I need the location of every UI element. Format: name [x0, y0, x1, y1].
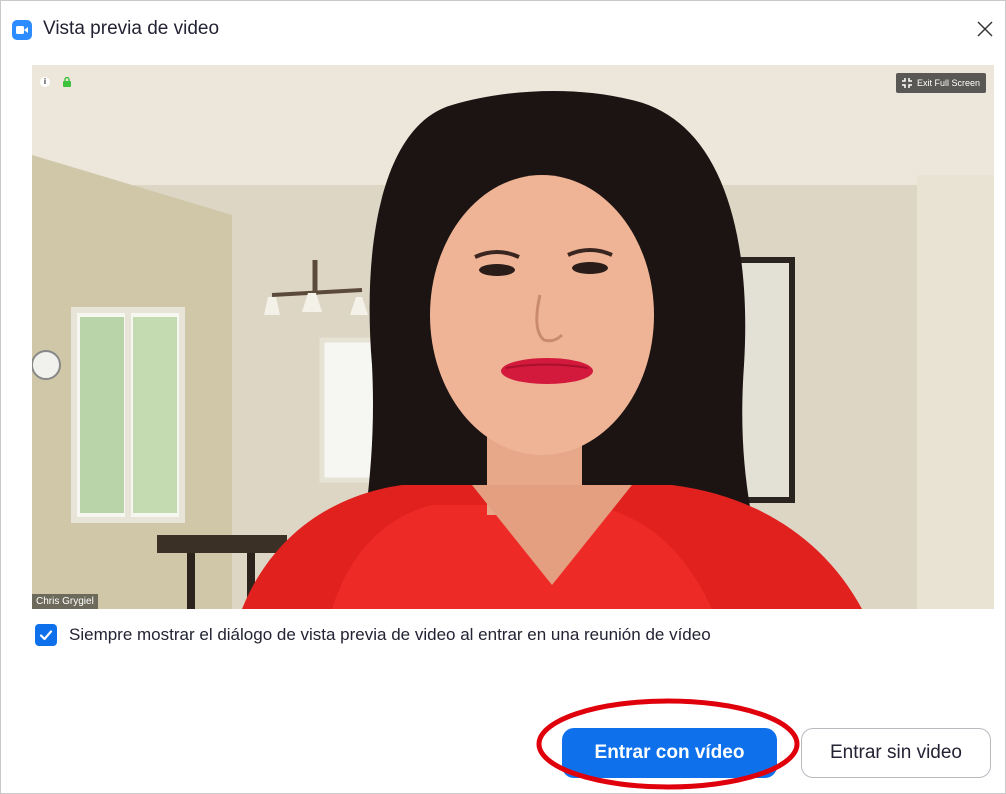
- join-without-video-button[interactable]: Entrar sin video: [801, 728, 991, 778]
- title-bar: Vista previa de video: [1, 1, 1005, 57]
- close-icon: [977, 21, 993, 37]
- camera-feed-image: [32, 65, 994, 609]
- always-show-preview-checkbox[interactable]: [35, 624, 57, 646]
- video-preview: i Exit Full Screen Chris Grygiel: [32, 65, 994, 609]
- exit-fullscreen-button[interactable]: Exit Full Screen: [895, 73, 986, 93]
- exit-fullscreen-icon: [901, 78, 912, 88]
- always-show-preview-option[interactable]: Siempre mostrar el diálogo de vista prev…: [35, 621, 711, 649]
- join-with-video-button[interactable]: Entrar con vídeo: [562, 728, 777, 778]
- dialog-title: Vista previa de video: [43, 18, 220, 39]
- participant-name-tag: Chris Grygiel: [32, 594, 98, 609]
- lock-icon: [63, 77, 71, 87]
- exit-fullscreen-label: Exit Full Screen: [916, 78, 980, 88]
- close-button[interactable]: [969, 13, 1001, 45]
- video-preview-dialog: Vista previa de video i Exit Full Screen…: [0, 0, 1006, 794]
- zoom-video-icon: [12, 20, 32, 40]
- always-show-preview-label: Siempre mostrar el diálogo de vista prev…: [69, 625, 711, 644]
- info-icon[interactable]: i: [40, 77, 50, 87]
- checkmark-icon: [39, 630, 53, 641]
